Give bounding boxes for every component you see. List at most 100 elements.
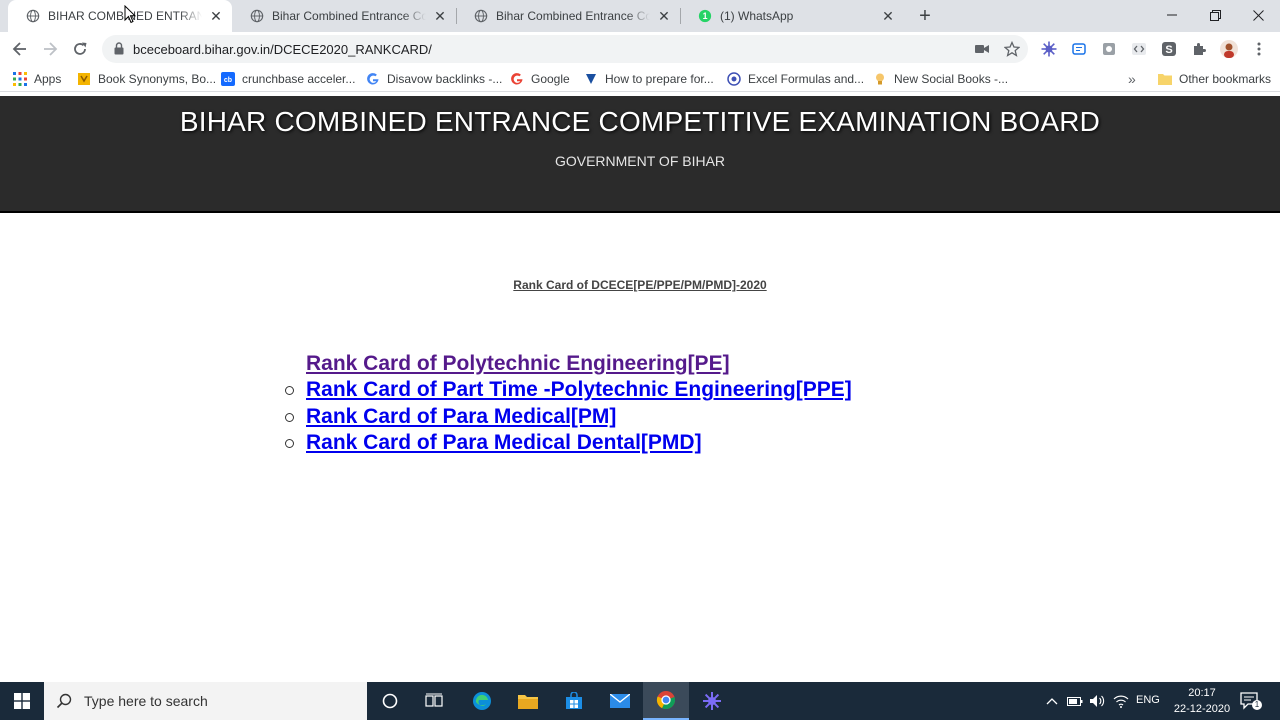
whatsapp-icon: 1 bbox=[698, 9, 712, 23]
windows-start-icon[interactable] bbox=[0, 682, 44, 720]
other-bookmarks-label: Other bookmarks bbox=[1179, 72, 1272, 86]
apps-grid-icon bbox=[12, 71, 28, 87]
svg-text:1: 1 bbox=[703, 11, 708, 21]
bookmark-icon bbox=[583, 71, 599, 87]
close-tab-icon[interactable]: ✕ bbox=[432, 8, 448, 24]
lightbulb-icon bbox=[872, 71, 888, 87]
lock-icon[interactable] bbox=[114, 42, 124, 55]
notifications-icon[interactable]: 1 bbox=[1240, 692, 1262, 713]
other-bookmarks[interactable]: Other bookmarks bbox=[1157, 70, 1271, 88]
bookmark-new-social-books[interactable]: New Social Books -... bbox=[872, 70, 1008, 88]
bookmark-excel-formulas[interactable]: Excel Formulas and... bbox=[726, 70, 864, 88]
bookmark-label: crunchbase acceler... bbox=[242, 72, 356, 86]
bookmark-label: Google bbox=[531, 72, 570, 86]
bookmark-label: Disavow backlinks -... bbox=[387, 72, 503, 86]
close-window-icon[interactable] bbox=[1236, 0, 1280, 30]
site-header: BIHAR COMBINED ENTRANCE COMPETITIVE EXAM… bbox=[0, 96, 1280, 213]
list-bullet bbox=[285, 412, 294, 422]
list-bullet bbox=[285, 386, 294, 396]
forward-arrow-icon[interactable] bbox=[38, 37, 62, 61]
extension-gear-icon[interactable] bbox=[1040, 40, 1058, 58]
microsoft-store-icon[interactable] bbox=[551, 682, 597, 720]
link-rank-card-ppe[interactable]: Rank Card of Part Time -Polytechnic Engi… bbox=[285, 378, 852, 404]
tab-bceceb-active[interactable]: BIHAR COMBINED ENTRANCE COMPETITIVE EXAM… bbox=[8, 0, 232, 32]
star-icon[interactable] bbox=[1004, 41, 1020, 57]
cortana-icon[interactable] bbox=[367, 682, 413, 720]
close-tab-icon[interactable]: ✕ bbox=[880, 8, 896, 24]
camera-blocked-icon[interactable] bbox=[974, 41, 990, 57]
file-explorer-icon[interactable] bbox=[505, 682, 551, 720]
site-icon bbox=[726, 71, 742, 87]
link-label: Rank Card of Para Medical[PM] bbox=[306, 404, 617, 428]
bookmark-crunchbase[interactable]: cb crunchbase acceler... bbox=[220, 70, 355, 88]
tab-title: (1) WhatsApp bbox=[720, 9, 794, 23]
system-clock[interactable]: 20:17 22-12-2020 bbox=[1160, 685, 1244, 717]
book-icon bbox=[76, 71, 92, 87]
url-text: bceceboard.bihar.gov.in/DCECE2020_RANKCA… bbox=[133, 42, 432, 57]
bookmark-label: Book Synonyms, Bo... bbox=[98, 72, 217, 86]
chrome-taskbar-icon[interactable] bbox=[643, 682, 689, 720]
battery-icon[interactable] bbox=[1067, 695, 1083, 710]
rank-card-links: Rank Card of Polytechnic Engineering[PE]… bbox=[285, 352, 852, 457]
list-bullet bbox=[285, 438, 294, 448]
svg-text:cb: cb bbox=[224, 77, 232, 84]
notification-count: 1 bbox=[1252, 700, 1262, 710]
close-tab-icon[interactable]: ✕ bbox=[208, 8, 224, 24]
extension-reader-icon[interactable] bbox=[1070, 40, 1088, 58]
bookmark-book-synonyms[interactable]: Book Synonyms, Bo... bbox=[76, 70, 216, 88]
site-subtitle: GOVERNMENT OF BIHAR bbox=[554, 153, 726, 169]
globe-icon bbox=[26, 9, 40, 23]
bookmark-label: New Social Books -... bbox=[894, 72, 1009, 86]
bookmark-disavow[interactable]: Disavow backlinks -... bbox=[365, 70, 502, 88]
link-label: Rank Card of Part Time -Polytechnic Engi… bbox=[306, 378, 852, 402]
tray-chevron-up-icon[interactable] bbox=[1046, 694, 1058, 708]
extension-s-icon[interactable]: S bbox=[1160, 40, 1178, 58]
site-title: BIHAR COMBINED ENTRANCE COMPETITIVE EXAM… bbox=[179, 106, 1101, 137]
clock-date: 22-12-2020 bbox=[1173, 703, 1231, 715]
volume-icon[interactable] bbox=[1089, 694, 1105, 711]
bookmark-label: How to prepare for... bbox=[605, 72, 714, 86]
snip-tool-icon[interactable] bbox=[689, 682, 735, 720]
link-rank-card-pe[interactable]: Rank Card of Polytechnic Engineering[PE] bbox=[306, 352, 852, 378]
bookmark-google[interactable]: Google bbox=[509, 70, 570, 88]
taskbar-search-box[interactable]: Type here to search bbox=[44, 682, 367, 720]
link-label: Rank Card of Para Medical Dental[PMD] bbox=[306, 430, 702, 454]
mouse-cursor-icon bbox=[124, 5, 136, 24]
language-indicator[interactable]: ENG bbox=[1136, 694, 1160, 706]
mail-icon[interactable] bbox=[597, 682, 643, 720]
new-tab-icon[interactable]: + bbox=[914, 5, 936, 27]
link-rank-card-pm[interactable]: Rank Card of Para Medical[PM] bbox=[285, 404, 852, 431]
search-placeholder: Type here to search bbox=[84, 693, 208, 709]
globe-icon bbox=[250, 9, 264, 23]
extension-code-icon[interactable] bbox=[1130, 40, 1148, 58]
tab-whatsapp[interactable]: 1 (1) WhatsApp ✕ bbox=[680, 0, 904, 32]
bookmark-how-to-prepare[interactable]: How to prepare for... bbox=[583, 70, 714, 88]
edge-icon[interactable] bbox=[459, 682, 505, 720]
tab-bceceb-3[interactable]: Bihar Combined Entrance Competitive Exam… bbox=[456, 0, 680, 32]
page-content: BIHAR COMBINED ENTRANCE COMPETITIVE EXAM… bbox=[0, 5, 1280, 682]
chrome-menu-icon[interactable] bbox=[1250, 40, 1268, 58]
extensions-puzzle-icon[interactable] bbox=[1190, 40, 1208, 58]
address-bar[interactable]: bceceboard.bihar.gov.in/DCECE2020_RANKCA… bbox=[102, 35, 1028, 63]
crunchbase-icon: cb bbox=[220, 71, 236, 87]
minimize-icon[interactable] bbox=[1150, 0, 1194, 30]
clock-time: 20:17 bbox=[1188, 687, 1216, 699]
close-tab-icon[interactable]: ✕ bbox=[656, 8, 672, 24]
tab-title: Bihar Combined Entrance Competitive Exam… bbox=[496, 9, 650, 23]
task-view-icon[interactable] bbox=[411, 682, 457, 720]
back-arrow-icon[interactable] bbox=[8, 37, 32, 61]
reload-icon[interactable] bbox=[68, 37, 92, 61]
extension-square-icon[interactable] bbox=[1100, 40, 1118, 58]
bookmark-label: Excel Formulas and... bbox=[748, 72, 865, 86]
rank-card-heading: Rank Card of DCECE[PE/PPE/PM/PMD]-2020 bbox=[513, 278, 767, 292]
tab-bceceb-2[interactable]: Bihar Combined Entrance Competitive Exam… bbox=[232, 0, 456, 32]
folder-icon bbox=[1157, 71, 1173, 87]
browser-toolbar: bceceboard.bihar.gov.in/DCECE2020_RANKCA… bbox=[0, 32, 1280, 66]
restore-icon[interactable] bbox=[1193, 0, 1237, 30]
link-rank-card-pmd[interactable]: Rank Card of Para Medical Dental[PMD] bbox=[285, 430, 852, 457]
bookmarks-overflow-icon[interactable]: » bbox=[1128, 70, 1136, 88]
profile-avatar-icon[interactable] bbox=[1220, 40, 1238, 58]
bookmark-apps[interactable]: Apps bbox=[12, 70, 61, 88]
wifi-icon[interactable] bbox=[1113, 694, 1129, 711]
browser-tab-strip: BIHAR COMBINED ENTRANCE COMPETITIVE EXAM… bbox=[0, 0, 1280, 32]
